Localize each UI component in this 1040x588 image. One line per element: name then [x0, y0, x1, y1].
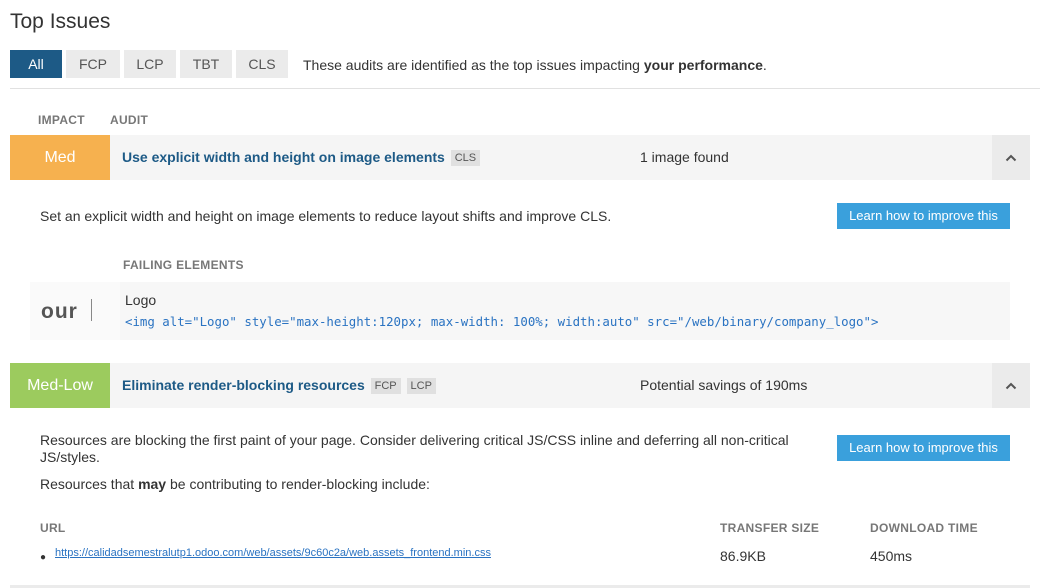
impact-badge-med: Med [10, 135, 110, 180]
audit-title-text: Eliminate render-blocking resources [122, 377, 365, 393]
tabs-description: These audits are identified as the top i… [303, 57, 767, 73]
tab-lcp[interactable]: LCP [124, 50, 176, 78]
audit-description: Set an explicit width and height on imag… [40, 208, 612, 224]
element-name: Logo [125, 292, 157, 308]
audit-description: Resources are blocking the first paint o… [40, 432, 789, 465]
page-title: Top Issues [10, 10, 111, 33]
collapse-button[interactable] [992, 363, 1030, 408]
failing-element-item: our Logo <img alt="Logo" style="max-heig… [30, 282, 1010, 340]
collapse-button[interactable] [992, 135, 1030, 180]
audit-row-image-dimensions[interactable]: Med Use explicit width and height on ima… [10, 135, 1030, 180]
chevron-up-icon [1005, 154, 1017, 161]
audit-title-text: Use explicit width and height on image e… [122, 149, 445, 165]
tab-fcp[interactable]: FCP [66, 50, 120, 78]
chevron-up-icon [1005, 382, 1017, 389]
url-column-header: URL [40, 521, 66, 535]
metric-tag-lcp: LCP [406, 378, 436, 394]
download-time-column-header: DOWNLOAD TIME [870, 521, 978, 535]
tabs-description-bold: your performance [643, 57, 763, 73]
audit-row-render-blocking[interactable]: Med-Low Eliminate render-blocking resour… [10, 363, 1030, 408]
intro-suffix: be contributing to render-blocking inclu… [166, 476, 430, 492]
thumbnail-divider [91, 299, 92, 321]
intro-prefix: Resources that [40, 476, 139, 492]
tabs-description-suffix: . [762, 57, 767, 73]
bullet-icon: ● [40, 552, 47, 563]
tab-tbt[interactable]: TBT [180, 50, 232, 78]
audit-summary: 1 image found [640, 149, 729, 165]
render-blocking-intro: Resources that may be contributing to re… [40, 476, 430, 493]
transfer-size-column-header: TRANSFER SIZE [720, 521, 820, 535]
audit-column-header: AUDIT [110, 113, 149, 127]
thumbnail-logo-text: our [41, 300, 78, 323]
intro-bold: may [138, 476, 167, 492]
impact-badge-med-low: Med-Low [10, 363, 110, 408]
metric-tag-cls: CLS [450, 150, 481, 166]
metric-tag-fcp: FCP [370, 378, 401, 394]
header-divider [10, 88, 1040, 89]
resource-url-link[interactable]: https://calidadsemestralutp1.odoo.com/we… [55, 547, 491, 559]
tabs-description-prefix: These audits are identified as the top i… [303, 57, 644, 73]
audit-title[interactable]: Use explicit width and height on image e… [122, 149, 481, 166]
impact-filter-tabs: All FCP LCP TBT CLS [10, 50, 288, 78]
resource-transfer-size: 86.9KB [720, 548, 766, 564]
element-thumbnail: our [30, 282, 120, 340]
impact-column-header: IMPACT [38, 113, 85, 127]
audit-summary: Potential savings of 190ms [640, 377, 808, 393]
tab-cls[interactable]: CLS [236, 50, 288, 78]
element-code: <img alt="Logo" style="max-height:120px;… [125, 314, 879, 329]
learn-how-button[interactable]: Learn how to improve this [837, 203, 1010, 229]
failing-elements-label: FAILING ELEMENTS [123, 258, 244, 272]
learn-how-button[interactable]: Learn how to improve this [837, 435, 1010, 461]
tab-all[interactable]: All [10, 50, 62, 78]
resource-download-time: 450ms [870, 548, 913, 564]
audit-title[interactable]: Eliminate render-blocking resources FCP … [122, 377, 436, 394]
